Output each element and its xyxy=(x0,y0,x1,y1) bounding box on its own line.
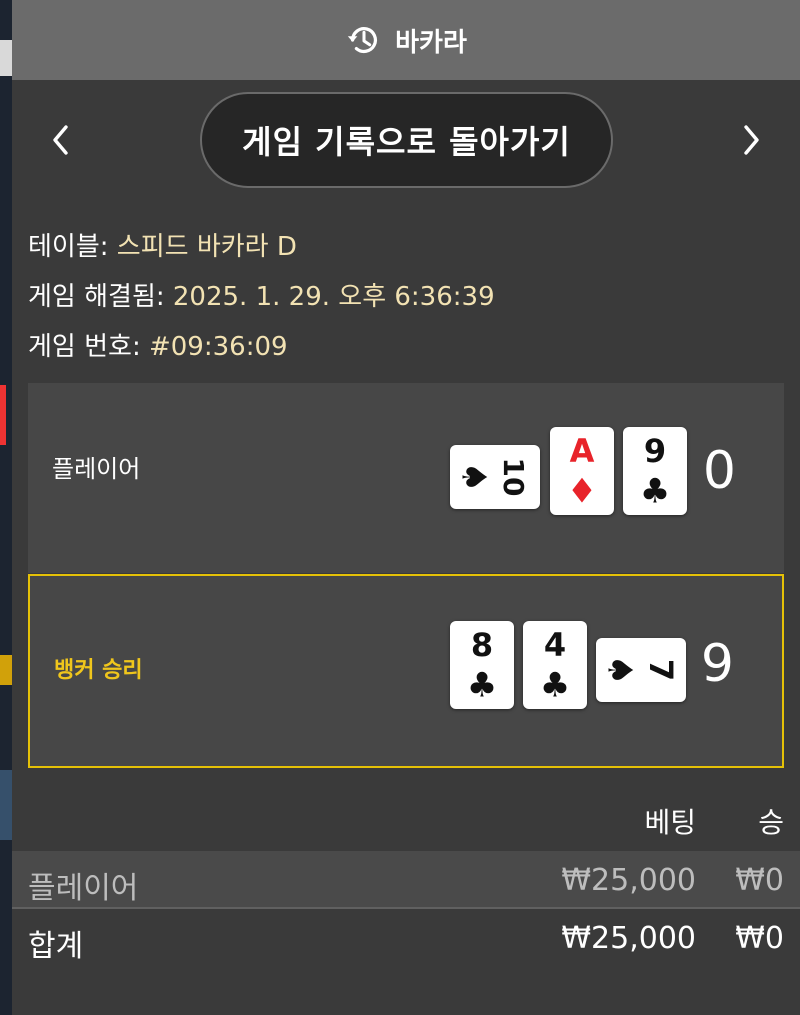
spade-suit-icon: ♠ xyxy=(600,655,640,685)
panel-header: 바카라 xyxy=(12,0,800,80)
bet-name: 플레이어 xyxy=(28,871,139,906)
banker-score: 9 xyxy=(700,634,734,694)
player-card-2: A ♦ xyxy=(550,427,614,515)
diamond-suit-icon: ♦ xyxy=(567,472,597,512)
total-row: 합계 ₩25,000 ₩0 xyxy=(12,909,800,967)
header-title: 바카라 xyxy=(395,27,467,58)
player-result-row: 플레이어 10 ♠ A ♦ 9 ♣ 0 xyxy=(28,383,784,573)
club-suit-icon: ♣ xyxy=(467,666,497,706)
resolved-value: 2025. 1. 29. 오후 6:36:39 xyxy=(172,282,495,312)
back-to-history-button[interactable]: 게임 기록으로 돌아가기 xyxy=(200,92,613,188)
game-number-value: #09:36:09 xyxy=(148,332,288,362)
club-suit-icon: ♣ xyxy=(640,472,670,512)
table-label: 테이블: xyxy=(28,232,117,262)
banker-result-row: 뱅커 승리 8 ♣ 4 ♣ 7 ♠ 9 xyxy=(28,574,784,768)
bet-win: ₩0 xyxy=(735,863,784,898)
table-info: 테이블: 스피드 바카라 D xyxy=(28,226,297,263)
player-label: 플레이어 xyxy=(52,455,141,483)
card-rank: A xyxy=(570,432,595,470)
resolved-label: 게임 해결됨: xyxy=(28,282,173,312)
player-card-1: 10 ♠ xyxy=(450,445,540,509)
bets-table: 베팅 승 플레이어 ₩25,000 ₩0 합계 ₩25,000 ₩0 xyxy=(12,783,800,967)
game-number-label: 게임 번호: xyxy=(28,332,149,362)
history-navigation: 게임 기록으로 돌아가기 xyxy=(12,90,800,190)
background-element xyxy=(0,655,12,685)
banker-card-3: 7 ♠ xyxy=(596,638,686,702)
column-header-win: 승 xyxy=(758,806,784,839)
player-score: 0 xyxy=(702,441,736,501)
total-amount: ₩25,000 xyxy=(561,921,696,956)
bet-amount: ₩25,000 xyxy=(561,863,696,898)
banker-card-1: 8 ♣ xyxy=(450,621,514,709)
spade-suit-icon: ♠ xyxy=(454,462,494,492)
game-history-panel: 바카라 게임 기록으로 돌아가기 테이블: 스피드 바카라 D 게임 해결됨: … xyxy=(12,0,800,1015)
history-icon xyxy=(347,27,378,54)
player-card-3: 9 ♣ xyxy=(623,427,687,515)
banker-card-2: 4 ♣ xyxy=(523,621,587,709)
background-element xyxy=(0,385,12,445)
chevron-left-icon xyxy=(53,125,68,155)
card-rank: 4 xyxy=(544,626,566,664)
card-rank: 9 xyxy=(644,432,666,470)
bets-table-header: 베팅 승 xyxy=(12,783,800,851)
banker-win-label: 뱅커 승리 xyxy=(54,658,143,683)
card-rank: 8 xyxy=(471,626,493,664)
resolved-info: 게임 해결됨: 2025. 1. 29. 오후 6:36:39 xyxy=(28,276,495,313)
table-row: 플레이어 ₩25,000 ₩0 xyxy=(12,851,800,909)
chevron-right-icon xyxy=(744,125,759,155)
game-number-info: 게임 번호: #09:36:09 xyxy=(28,326,288,363)
background-element xyxy=(0,40,12,76)
next-game-button[interactable] xyxy=(724,112,780,168)
column-header-bet: 베팅 xyxy=(644,806,696,839)
background-app-strip xyxy=(0,0,12,1015)
card-rank: 7 xyxy=(642,659,680,681)
total-name: 합계 xyxy=(28,929,84,964)
club-suit-icon: ♣ xyxy=(540,666,570,706)
table-value: 스피드 바카라 D xyxy=(116,232,297,262)
background-element xyxy=(0,770,12,840)
total-win: ₩0 xyxy=(735,921,784,956)
card-rank: 10 xyxy=(497,458,530,497)
previous-game-button[interactable] xyxy=(32,112,88,168)
